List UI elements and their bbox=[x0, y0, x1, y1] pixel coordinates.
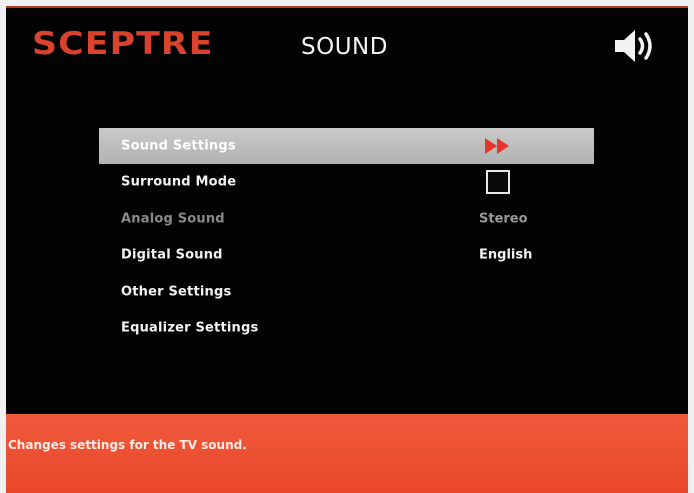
menu-item-label: Digital Sound bbox=[121, 247, 223, 263]
menu-item-label: Analog Sound bbox=[121, 211, 225, 227]
menu-item-digital-sound[interactable]: Digital Sound English bbox=[99, 237, 594, 274]
sound-menu: Sound Settings Surround Mode Analog Soun… bbox=[99, 128, 594, 347]
help-bar: Changes settings for the TV sound. bbox=[6, 414, 688, 493]
surround-mode-checkbox[interactable] bbox=[486, 170, 510, 195]
analog-sound-value: Stereo bbox=[479, 211, 528, 227]
tv-screen: SCEPTRE SOUND Sound Settings Surround Mo… bbox=[6, 6, 688, 493]
menu-item-sound-settings[interactable]: Sound Settings bbox=[99, 128, 594, 164]
menu-item-analog-sound: Analog Sound Stereo bbox=[99, 201, 594, 238]
digital-sound-value: English bbox=[479, 247, 533, 263]
menu-item-equalizer-settings[interactable]: Equalizer Settings bbox=[99, 310, 594, 347]
help-text: Changes settings for the TV sound. bbox=[8, 438, 247, 452]
header: SCEPTRE SOUND bbox=[6, 8, 688, 88]
page-title: SOUND bbox=[301, 34, 388, 60]
menu-item-label: Surround Mode bbox=[121, 174, 237, 190]
menu-item-surround-mode[interactable]: Surround Mode bbox=[99, 164, 594, 201]
menu-item-label: Other Settings bbox=[121, 284, 232, 300]
menu-item-label: Sound Settings bbox=[121, 138, 236, 154]
menu-item-other-settings[interactable]: Other Settings bbox=[99, 274, 594, 311]
speaker-volume-icon bbox=[615, 30, 652, 62]
double-arrow-right-icon bbox=[485, 138, 509, 154]
menu-item-label: Equalizer Settings bbox=[121, 320, 259, 336]
brand-logo: SCEPTRE bbox=[32, 26, 214, 62]
